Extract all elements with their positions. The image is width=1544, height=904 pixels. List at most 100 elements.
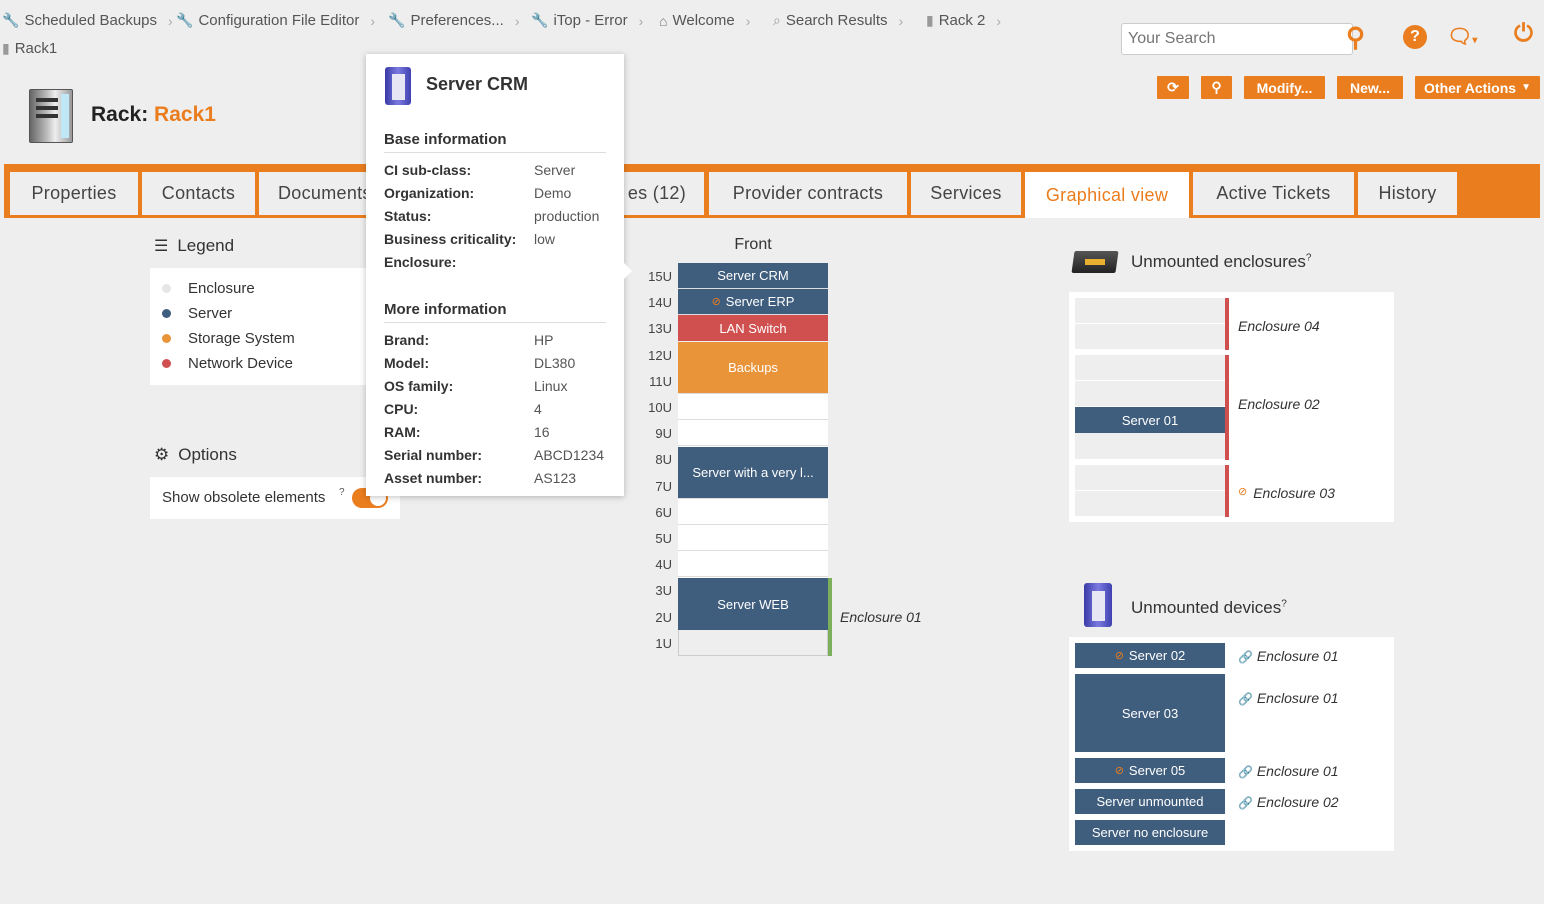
search-button[interactable]: ⚲ [1201,76,1232,99]
device-label: Server no enclosure [1091,825,1209,840]
enclosure-03-label: Enclosure 03 [1253,485,1335,501]
popup-row: Asset number: AS123 [384,470,614,486]
rack-unit-slot [678,551,828,578]
help-icon[interactable]: ? [1403,25,1427,49]
server-dot-icon [162,309,171,318]
tab-documents[interactable]: Documents [259,172,379,215]
rack-unit-label: 9U [655,426,672,442]
rack-device-backups[interactable]: Backups [678,342,828,393]
popup-row: Status: production [384,208,614,224]
section-title: Unmounted devices [1131,598,1282,617]
popup-row: Organization: Demo [384,185,614,201]
breadcrumb-item-config-editor[interactable]: 🔧 Configuration File Editor › [176,12,375,29]
enclosure-04-slot[interactable] [1075,324,1225,350]
breadcrumb-item-search-results[interactable]: ⌕ Search Results › [773,12,903,29]
unmounted-server-02[interactable]: ⊘ Server 02 [1075,643,1225,668]
other-actions-button[interactable]: Other Actions ▼ [1415,76,1540,99]
breadcrumb-item-welcome[interactable]: ⌂ Welcome › [659,12,750,29]
device-tooltip-popup: Server CRM Base information CI sub-class… [366,54,632,496]
enclosure-marker [1225,298,1229,350]
popup-key: Asset number: [384,470,483,486]
help-mark[interactable]: ? [339,487,345,498]
chevron-right-icon: › [168,12,173,29]
refresh-button[interactable]: ⟳ [1157,76,1189,99]
obsolete-icon: ⊘ [711,296,721,308]
tab-provider-contracts[interactable]: Provider contracts [709,172,907,215]
popup-row: CI sub-class: Server [384,162,614,178]
rack-enclosure-label: Enclosure 01 [840,609,922,625]
enclosure-02-server-01[interactable]: Server 01 [1075,407,1225,433]
enclosure-03-label-group: ⊘ Enclosure 03 [1238,485,1335,501]
link-icon: 🔗 [1238,765,1253,779]
link-icon: 🔗 [1238,650,1253,664]
rack-device-server-crm[interactable]: Server CRM [678,263,828,288]
chevron-right-icon: › [638,12,644,29]
help-mark[interactable]: ? [1306,252,1312,263]
chat-icon[interactable]: 🗨▾ [1447,24,1477,49]
global-search-input[interactable] [1121,23,1353,55]
enclosure-02-slot[interactable] [1075,355,1225,381]
enclosure-04-slot[interactable] [1075,298,1225,324]
breadcrumb-label: Search Results [785,12,888,29]
rack-unit-label: 15U [648,269,672,284]
popup-value: AS123 [534,470,577,486]
tab-active-tickets[interactable]: Active Tickets [1193,172,1354,215]
obsolete-icon: ⊘ [1238,486,1248,498]
new-button[interactable]: New... [1337,76,1403,99]
chevron-right-icon: › [745,12,751,29]
breadcrumb-item-itop-error[interactable]: 🔧 iTop - Error › [531,12,643,29]
page-title: Rack: Rack1 [91,103,216,127]
device-label: LAN Switch [719,320,787,336]
modify-button[interactable]: Modify... [1244,76,1325,99]
breadcrumb-label: iTop - Error [553,12,628,29]
popup-value: 16 [534,424,550,440]
rack-unit-label: 13U [648,321,672,337]
breadcrumb-item-rack2[interactable]: ▮ Rack 2 › [926,12,1001,29]
popup-base-section: Base information [384,131,606,153]
legend-item-server: Server [150,301,366,326]
rack-device-lan-switch[interactable]: LAN Switch [678,315,828,341]
popup-row: RAM: 16 [384,424,614,440]
popup-more-section: More information [384,301,606,323]
popup-row: OS family: Linux [384,378,614,394]
unmounted-server-05-enclosure: 🔗 Enclosure 01 [1238,763,1339,779]
tab-history[interactable]: History [1358,172,1457,215]
search-icon[interactable]: ⚲ [1346,22,1365,53]
section-title: Unmounted enclosures [1131,252,1306,271]
enclosure-03-slot[interactable] [1075,491,1225,517]
enclosure-02-slot[interactable] [1075,381,1225,407]
rack-device-server-erp[interactable]: ⊘ Server ERP [678,289,828,314]
help-mark[interactable]: ? [1281,598,1287,609]
unmounted-server-05[interactable]: ⊘ Server 05 [1075,758,1225,783]
home-icon: ⌂ [659,12,668,29]
device-label: Server 02 [1128,648,1186,663]
popup-key: Business criticality: [384,231,517,247]
breadcrumb-label: Preferences... [410,12,504,29]
rack-device-server-web[interactable]: Server WEB [678,578,828,630]
link-icon: 🔗 [1238,796,1253,810]
breadcrumb-item-rack1[interactable]: ▮ Rack1 [2,40,57,57]
unmounted-server-no-enclosure[interactable]: Server no enclosure [1075,820,1225,845]
wrench-icon: 🔧 [531,12,549,28]
rack-unit-label: 8U [655,452,672,468]
show-obsolete-label: Show obsolete elements [162,489,326,506]
power-icon[interactable]: ⏻ [1514,20,1533,48]
server-icon [385,67,411,105]
breadcrumb-label: Welcome [672,12,735,29]
enclosure-03-slot[interactable] [1075,465,1225,491]
popup-key: CI sub-class: [384,162,472,178]
popup-pointer [624,263,632,279]
tab-contacts[interactable]: Contacts [142,172,255,215]
breadcrumb-item-scheduled-backups[interactable]: 🔧 Scheduled Backups › [2,12,173,29]
device-label: Server unmounted [1096,794,1204,809]
tab-services[interactable]: Services [911,172,1021,215]
breadcrumb-item-preferences[interactable]: 🔧 Preferences... › [388,12,520,29]
tab-graphical-view[interactable]: Graphical view [1025,172,1189,218]
tab-properties[interactable]: Properties [10,172,138,215]
enclosure-02-slot[interactable] [1075,433,1225,460]
unmounted-server-unmounted[interactable]: Server unmounted [1075,789,1225,814]
enclosure-dot-icon [162,284,171,293]
unmounted-server-03[interactable]: Server 03 [1075,674,1225,752]
rack-device-server-long[interactable]: Server with a very l... [678,447,828,498]
popup-key: Enclosure: [384,254,457,270]
